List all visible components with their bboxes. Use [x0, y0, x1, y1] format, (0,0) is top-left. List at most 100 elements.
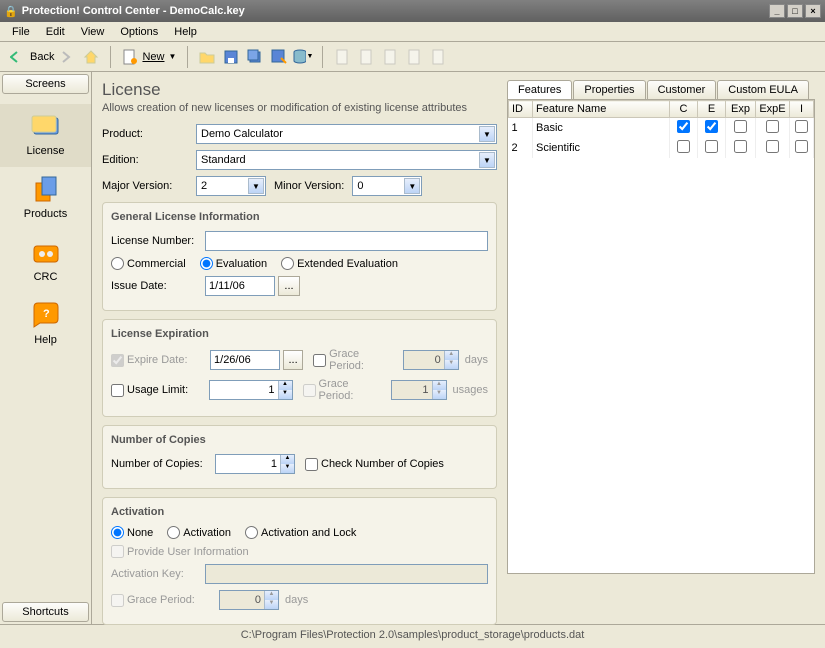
edition-combo[interactable]: Standard ▼: [196, 150, 497, 170]
group-activation-title: Activation: [111, 506, 488, 518]
provide-user-check[interactable]: Provide User Information: [111, 545, 249, 558]
product-combo[interactable]: Demo Calculator▼: [196, 124, 497, 144]
close-button[interactable]: ×: [805, 4, 821, 18]
tab-eula[interactable]: Custom EULA: [717, 80, 809, 99]
col-c[interactable]: C: [670, 101, 698, 118]
save-icon[interactable]: [220, 46, 242, 68]
database-icon[interactable]: ▼: [292, 46, 314, 68]
minor-combo[interactable]: 0▼: [352, 176, 422, 196]
radio-commercial[interactable]: Commercial: [111, 257, 186, 270]
toolbar: Back New ▼ ▼: [0, 42, 825, 72]
feature-checkbox[interactable]: [705, 120, 718, 133]
sidebar-item-help[interactable]: ? Help: [0, 293, 91, 356]
sidebar-item-crc[interactable]: CRC: [0, 230, 91, 293]
forward-arrow-icon[interactable]: [56, 46, 78, 68]
feature-checkbox[interactable]: [795, 120, 808, 133]
issue-input[interactable]: [205, 276, 275, 296]
tab-properties[interactable]: Properties: [573, 80, 645, 99]
open-icon[interactable]: [196, 46, 218, 68]
tab-body: ID Feature Name C E Exp ExpE I 1Basic2Sc…: [507, 99, 815, 574]
sidebar-footer[interactable]: Shortcuts: [2, 602, 89, 622]
maximize-button[interactable]: □: [787, 4, 803, 18]
saveas-icon[interactable]: [268, 46, 290, 68]
radio-act-none[interactable]: None: [111, 526, 153, 539]
licnum-input[interactable]: [205, 231, 488, 251]
actgrace-check[interactable]: Grace Period:: [111, 594, 205, 607]
group-copies: Number of Copies Number of Copies: ▲▼ Ch…: [102, 425, 497, 489]
doc2-icon[interactable]: [355, 46, 377, 68]
grace2-check[interactable]: Grace Period:: [303, 378, 378, 402]
edition-value: Standard: [201, 154, 246, 166]
new-doc-icon: [122, 49, 138, 65]
copies-spinner[interactable]: ▲▼: [215, 454, 295, 474]
menu-file[interactable]: File: [4, 24, 38, 40]
feature-checkbox[interactable]: [677, 140, 690, 153]
crc-icon: [30, 236, 62, 268]
feature-checkbox[interactable]: [766, 140, 779, 153]
actgrace-spinner[interactable]: ▲▼: [219, 590, 279, 610]
feature-checkbox[interactable]: [705, 140, 718, 153]
check-copies[interactable]: Check Number of Copies: [305, 458, 444, 471]
menu-edit[interactable]: Edit: [38, 24, 73, 40]
sidebar-item-products[interactable]: Products: [0, 167, 91, 230]
minimize-button[interactable]: _: [769, 4, 785, 18]
back-label[interactable]: Back: [30, 51, 54, 63]
major-combo[interactable]: 2▼: [196, 176, 266, 196]
doc1-icon[interactable]: [331, 46, 353, 68]
col-expe[interactable]: ExpE: [756, 101, 790, 118]
expire-browse-button[interactable]: ...: [283, 350, 303, 370]
feature-checkbox[interactable]: [734, 140, 747, 153]
dropdown-icon: ▼: [479, 126, 495, 142]
feature-checkbox[interactable]: [677, 120, 690, 133]
menu-options[interactable]: Options: [112, 24, 166, 40]
usage-spinner[interactable]: ▲▼: [209, 380, 293, 400]
radio-ext-evaluation[interactable]: Extended Evaluation: [281, 257, 398, 270]
dropdown-icon: ▼: [404, 178, 420, 194]
minor-value: 0: [357, 180, 363, 192]
doc5-icon[interactable]: [427, 46, 449, 68]
new-label: New: [138, 51, 168, 63]
sidebar: Screens License Products CRC ? Help Shor…: [0, 72, 92, 624]
table-row[interactable]: 2Scientific: [509, 138, 814, 158]
col-id[interactable]: ID: [509, 101, 533, 118]
back-arrow-icon[interactable]: [6, 46, 28, 68]
window-title: Protection! Control Center - DemoCalc.ke…: [22, 5, 245, 17]
new-button[interactable]: New ▼: [119, 48, 179, 66]
tab-features[interactable]: Features: [507, 80, 572, 99]
expire-check[interactable]: Expire Date:: [111, 354, 196, 367]
doc3-icon[interactable]: [379, 46, 401, 68]
product-label: Product:: [102, 128, 196, 140]
issue-browse-button[interactable]: ...: [278, 276, 300, 296]
feature-checkbox[interactable]: [734, 120, 747, 133]
license-icon: [30, 110, 62, 142]
expire-input[interactable]: [210, 350, 280, 370]
saveall-icon[interactable]: [244, 46, 266, 68]
help-icon: ?: [30, 299, 62, 331]
features-table: ID Feature Name C E Exp ExpE I 1Basic2Sc…: [508, 100, 814, 158]
dropdown-icon: ▼: [479, 152, 495, 168]
issue-label: Issue Date:: [111, 280, 205, 292]
menu-help[interactable]: Help: [166, 24, 205, 40]
radio-evaluation[interactable]: Evaluation: [200, 257, 267, 270]
col-name[interactable]: Feature Name: [533, 101, 670, 118]
usage-check[interactable]: Usage Limit:: [111, 384, 195, 397]
doc4-icon[interactable]: [403, 46, 425, 68]
sidebar-header[interactable]: Screens: [2, 74, 89, 94]
home-icon[interactable]: [80, 46, 102, 68]
grace-spinner[interactable]: ▲▼: [403, 350, 459, 370]
col-e[interactable]: E: [698, 101, 726, 118]
grace-check[interactable]: Grace Period:: [313, 348, 389, 372]
content: License Allows creation of new licenses …: [92, 72, 825, 624]
feature-checkbox[interactable]: [766, 120, 779, 133]
col-exp[interactable]: Exp: [726, 101, 756, 118]
grace2-spinner[interactable]: ▲▼: [391, 380, 446, 400]
col-i[interactable]: I: [790, 101, 814, 118]
radio-act[interactable]: Activation: [167, 526, 231, 539]
new-dropdown-icon: ▼: [168, 52, 176, 61]
feature-checkbox[interactable]: [795, 140, 808, 153]
table-row[interactable]: 1Basic: [509, 118, 814, 139]
menu-view[interactable]: View: [73, 24, 113, 40]
sidebar-item-license[interactable]: License: [0, 104, 91, 167]
tab-customer[interactable]: Customer: [647, 80, 717, 99]
radio-act-lock[interactable]: Activation and Lock: [245, 526, 356, 539]
